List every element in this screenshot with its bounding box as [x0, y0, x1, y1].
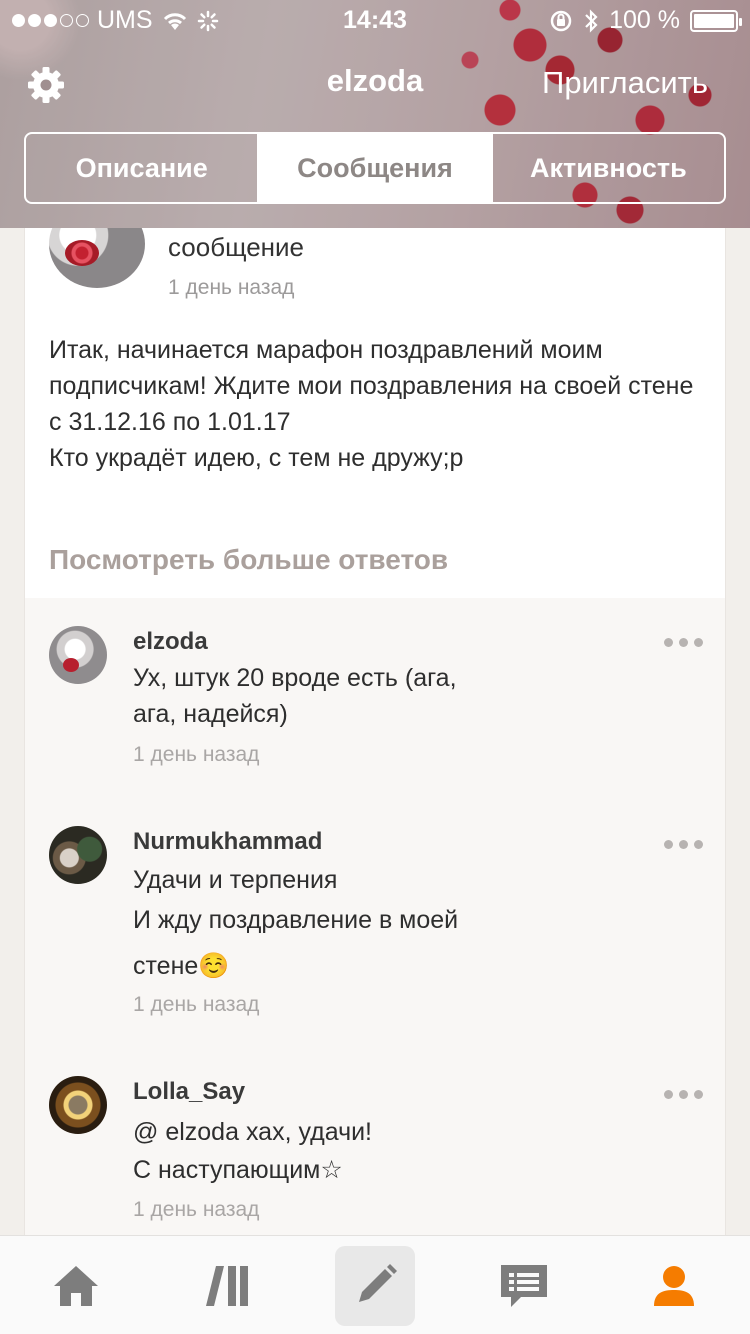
tab-messages[interactable] [484, 1246, 564, 1326]
reply-text-line: стене☺️ [133, 952, 230, 980]
bottom-tab-bar [0, 1235, 750, 1334]
post-type-label: сообщение [168, 232, 305, 262]
reply-text-line: @ elzoda хах, удачи! [133, 1118, 373, 1146]
home-icon [54, 1266, 98, 1306]
tab-messages[interactable]: Сообщения [257, 134, 491, 202]
more-options-icon[interactable] [664, 840, 703, 849]
reply-timestamp: 1 день назад [133, 993, 260, 1016]
tab-profile[interactable] [634, 1246, 714, 1326]
tab-activity[interactable]: Активность [490, 134, 724, 202]
tab-compose[interactable] [335, 1246, 415, 1326]
reply-author[interactable]: Nurmukhammad [133, 828, 322, 856]
avatar[interactable] [49, 826, 107, 884]
invite-button[interactable]: Пригласить [542, 65, 708, 101]
nav-bar: elzoda Пригласить [0, 55, 750, 115]
tab-feed[interactable] [186, 1246, 266, 1326]
profile-icon [654, 1266, 694, 1306]
battery-icon [690, 9, 742, 32]
reply-text: Ух, штук 20 вроде есть (ага, ага, надейс… [133, 660, 673, 732]
post-card: сообщение 1 день назад Итак, начинается … [24, 228, 726, 1235]
reply-text-line: С наступающим☆ [133, 1156, 343, 1184]
reply-text-line: Удачи и терпения [133, 866, 338, 894]
orientation-lock-icon [550, 10, 572, 31]
avatar[interactable] [49, 626, 107, 684]
battery-percent: 100 % [609, 6, 680, 34]
segmented-tabs: Описание Сообщения Активность [24, 132, 726, 204]
more-options-icon[interactable] [664, 638, 703, 647]
reply-text: Удачи и терпения И жду поздравление в мо… [133, 860, 673, 986]
view-more-answers-link[interactable]: Посмотреть больше ответов [49, 544, 448, 576]
avatar[interactable] [49, 228, 145, 288]
reply-timestamp: 1 день назад [133, 1198, 260, 1221]
compose-icon [359, 1264, 397, 1302]
status-bar: UMS 14:43 100 % [0, 0, 750, 40]
feed-icon [206, 1266, 248, 1306]
more-options-icon[interactable] [664, 1090, 703, 1099]
reply-author[interactable]: elzoda [133, 628, 208, 656]
tab-home[interactable] [36, 1246, 116, 1326]
reply-text: @ elzoda хах, удачи! С наступающим☆ [133, 1114, 673, 1188]
post-body-line: Кто украдёт идею, с тем не дружу;р [49, 444, 464, 472]
bluetooth-icon [585, 8, 598, 33]
messages-icon [501, 1265, 547, 1307]
reply-text-line: И жду поздравление в моей [133, 906, 459, 934]
post-body-line: Итак, начинается марафон поздравлений мо… [49, 336, 694, 436]
post-body: Итак, начинается марафон поздравлений мо… [49, 332, 709, 476]
reply-timestamp: 1 день назад [133, 743, 260, 766]
reply-text-line: ага, надейся) [133, 700, 288, 728]
reply-text-line: Ух, штук 20 вроде есть (ага, [133, 664, 457, 692]
post-timestamp: 1 день назад [168, 276, 295, 299]
replies-list: elzoda Ух, штук 20 вроде есть (ага, ага,… [25, 598, 725, 1235]
avatar[interactable] [49, 1076, 107, 1134]
tab-description[interactable]: Описание [26, 134, 257, 202]
reply-author[interactable]: Lolla_Say [133, 1078, 245, 1106]
